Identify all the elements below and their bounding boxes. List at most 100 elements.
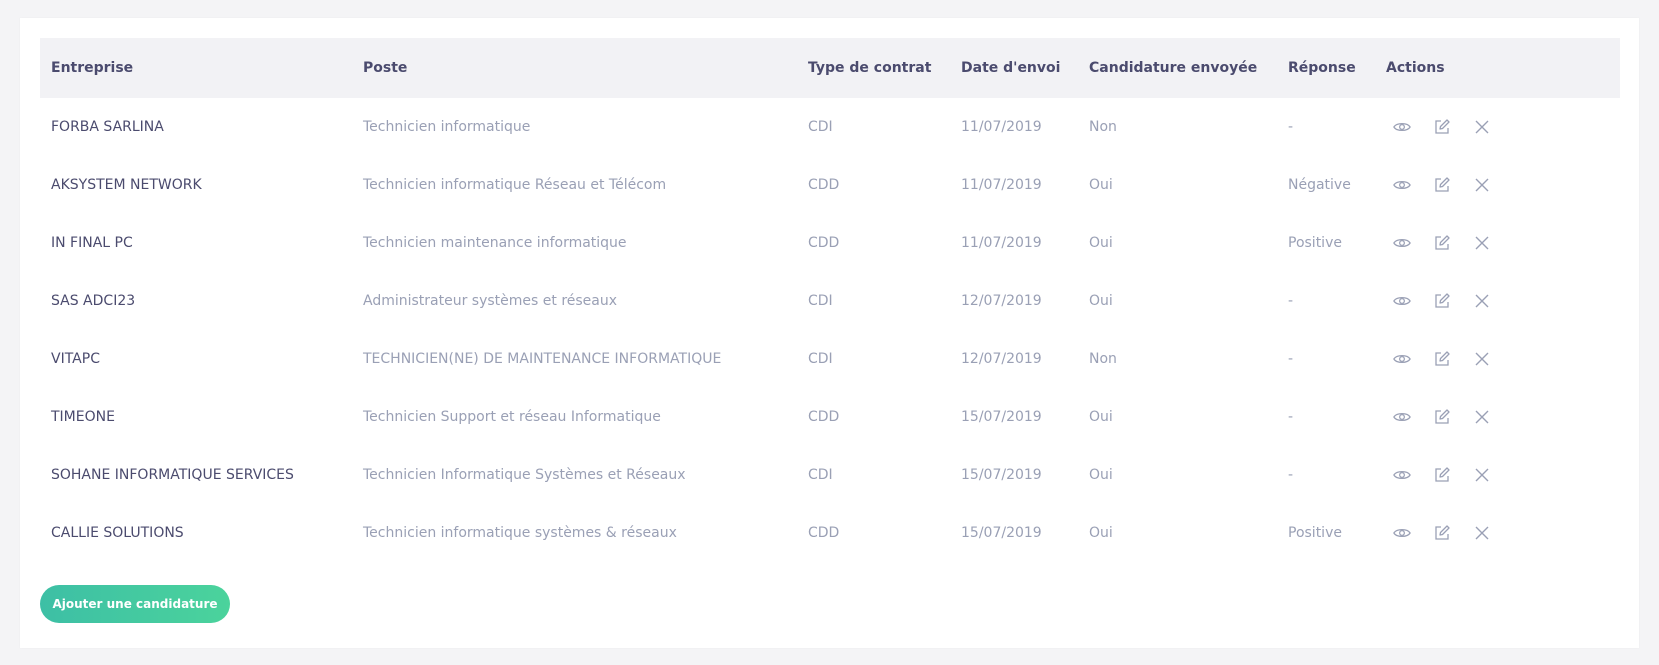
cell-date-envoi: 12/07/2019 bbox=[961, 351, 1042, 367]
cell-actions bbox=[1375, 156, 1620, 214]
edit-icon[interactable] bbox=[1433, 292, 1451, 310]
table-row: AKSYSTEM NETWORK Technicien informatique… bbox=[40, 156, 1620, 214]
cell-poste: Technicien maintenance informatique bbox=[363, 235, 627, 251]
cell-date-envoi: 15/07/2019 bbox=[961, 467, 1042, 483]
column-header-actions: Actions bbox=[1386, 60, 1445, 76]
cell-date-envoi: 11/07/2019 bbox=[961, 177, 1042, 193]
eye-icon[interactable] bbox=[1393, 234, 1411, 252]
cell-entreprise: IN FINAL PC bbox=[51, 235, 133, 251]
cell-actions bbox=[1375, 272, 1620, 330]
close-icon[interactable] bbox=[1473, 234, 1491, 252]
eye-icon[interactable] bbox=[1393, 524, 1411, 542]
eye-icon[interactable] bbox=[1393, 466, 1411, 484]
cell-date-envoi: 11/07/2019 bbox=[961, 119, 1042, 135]
cell-actions bbox=[1375, 330, 1620, 388]
cell-reponse: - bbox=[1288, 409, 1294, 425]
edit-icon[interactable] bbox=[1433, 234, 1451, 252]
row-actions bbox=[1386, 176, 1620, 194]
cell-candidature-envoyee: Non bbox=[1089, 351, 1117, 367]
close-icon[interactable] bbox=[1473, 408, 1491, 426]
close-icon[interactable] bbox=[1473, 292, 1491, 310]
cell-entreprise: AKSYSTEM NETWORK bbox=[51, 177, 202, 193]
edit-icon[interactable] bbox=[1433, 176, 1451, 194]
cell-reponse: - bbox=[1288, 467, 1294, 483]
table-row: IN FINAL PC Technicien maintenance infor… bbox=[40, 214, 1620, 272]
table-header-row: Entreprise Poste Type de contrat Date d'… bbox=[40, 38, 1620, 98]
cell-reponse: Positive bbox=[1288, 235, 1342, 251]
column-header-poste: Poste bbox=[363, 60, 408, 76]
cell-poste: Administrateur systèmes et réseaux bbox=[363, 293, 618, 309]
cell-type-contrat: CDI bbox=[808, 119, 833, 135]
column-header-reponse: Réponse bbox=[1288, 60, 1356, 76]
row-actions bbox=[1386, 408, 1620, 426]
cell-candidature-envoyee: Oui bbox=[1089, 409, 1113, 425]
edit-icon[interactable] bbox=[1433, 466, 1451, 484]
edit-icon[interactable] bbox=[1433, 524, 1451, 542]
cell-candidature-envoyee: Non bbox=[1089, 119, 1117, 135]
cell-date-envoi: 12/07/2019 bbox=[961, 293, 1042, 309]
table-row: TIMEONE Technicien Support et réseau Inf… bbox=[40, 388, 1620, 446]
cell-type-contrat: CDD bbox=[808, 177, 840, 193]
cell-entreprise: SAS ADCI23 bbox=[51, 293, 136, 309]
cell-type-contrat: CDI bbox=[808, 467, 833, 483]
cell-actions bbox=[1375, 98, 1620, 156]
cell-type-contrat: CDD bbox=[808, 409, 840, 425]
cell-actions bbox=[1375, 388, 1620, 446]
cell-type-contrat: CDI bbox=[808, 293, 833, 309]
eye-icon[interactable] bbox=[1393, 408, 1411, 426]
table-row: SAS ADCI23 Administrateur systèmes et ré… bbox=[40, 272, 1620, 330]
row-actions bbox=[1386, 524, 1620, 542]
cell-reponse: - bbox=[1288, 119, 1294, 135]
row-actions bbox=[1386, 350, 1620, 368]
cell-poste: Technicien informatique systèmes & résea… bbox=[363, 525, 677, 541]
cell-entreprise: CALLIE SOLUTIONS bbox=[51, 525, 184, 541]
eye-icon[interactable] bbox=[1393, 292, 1411, 310]
cell-poste: Technicien informatique Réseau et Téléco… bbox=[363, 177, 667, 193]
cell-entreprise: FORBA SARLINA bbox=[51, 119, 164, 135]
applications-card: Entreprise Poste Type de contrat Date d'… bbox=[20, 18, 1639, 648]
row-actions bbox=[1386, 292, 1620, 310]
table-row: CALLIE SOLUTIONS Technicien informatique… bbox=[40, 504, 1620, 562]
edit-icon[interactable] bbox=[1433, 408, 1451, 426]
cell-entreprise: TIMEONE bbox=[51, 409, 115, 425]
column-header-date-envoi: Date d'envoi bbox=[961, 60, 1061, 76]
cell-candidature-envoyee: Oui bbox=[1089, 177, 1113, 193]
row-actions bbox=[1386, 118, 1620, 136]
cell-poste: Technicien Support et réseau Informatiqu… bbox=[363, 409, 661, 425]
cell-candidature-envoyee: Oui bbox=[1089, 293, 1113, 309]
column-header-candidature-envoyee: Candidature envoyée bbox=[1089, 60, 1258, 76]
close-icon[interactable] bbox=[1473, 466, 1491, 484]
applications-table: Entreprise Poste Type de contrat Date d'… bbox=[40, 38, 1620, 562]
cell-entreprise: VITAPC bbox=[51, 351, 100, 367]
cell-poste: Technicien Informatique Systèmes et Rése… bbox=[363, 467, 686, 483]
add-application-button[interactable]: Ajouter une candidature bbox=[40, 585, 230, 623]
close-icon[interactable] bbox=[1473, 176, 1491, 194]
cell-type-contrat: CDD bbox=[808, 235, 840, 251]
cell-reponse: Négative bbox=[1288, 177, 1351, 193]
table-row: SOHANE INFORMATIQUE SERVICES Technicien … bbox=[40, 446, 1620, 504]
cell-entreprise: SOHANE INFORMATIQUE SERVICES bbox=[51, 467, 294, 483]
eye-icon[interactable] bbox=[1393, 350, 1411, 368]
row-actions bbox=[1386, 234, 1620, 252]
cell-actions bbox=[1375, 214, 1620, 272]
row-actions bbox=[1386, 466, 1620, 484]
cell-date-envoi: 15/07/2019 bbox=[961, 525, 1042, 541]
cell-type-contrat: CDI bbox=[808, 351, 833, 367]
eye-icon[interactable] bbox=[1393, 118, 1411, 136]
close-icon[interactable] bbox=[1473, 118, 1491, 136]
cell-date-envoi: 15/07/2019 bbox=[961, 409, 1042, 425]
eye-icon[interactable] bbox=[1393, 176, 1411, 194]
column-header-entreprise: Entreprise bbox=[51, 60, 134, 76]
column-header-type-contrat: Type de contrat bbox=[808, 60, 932, 76]
cell-reponse: - bbox=[1288, 351, 1294, 367]
edit-icon[interactable] bbox=[1433, 118, 1451, 136]
cell-reponse: - bbox=[1288, 293, 1294, 309]
cell-actions bbox=[1375, 446, 1620, 504]
close-icon[interactable] bbox=[1473, 524, 1491, 542]
close-icon[interactable] bbox=[1473, 350, 1491, 368]
table-body: FORBA SARLINA Technicien informatique CD… bbox=[40, 98, 1620, 562]
edit-icon[interactable] bbox=[1433, 350, 1451, 368]
cell-candidature-envoyee: Oui bbox=[1089, 525, 1113, 541]
cell-type-contrat: CDD bbox=[808, 525, 840, 541]
cell-reponse: Positive bbox=[1288, 525, 1342, 541]
